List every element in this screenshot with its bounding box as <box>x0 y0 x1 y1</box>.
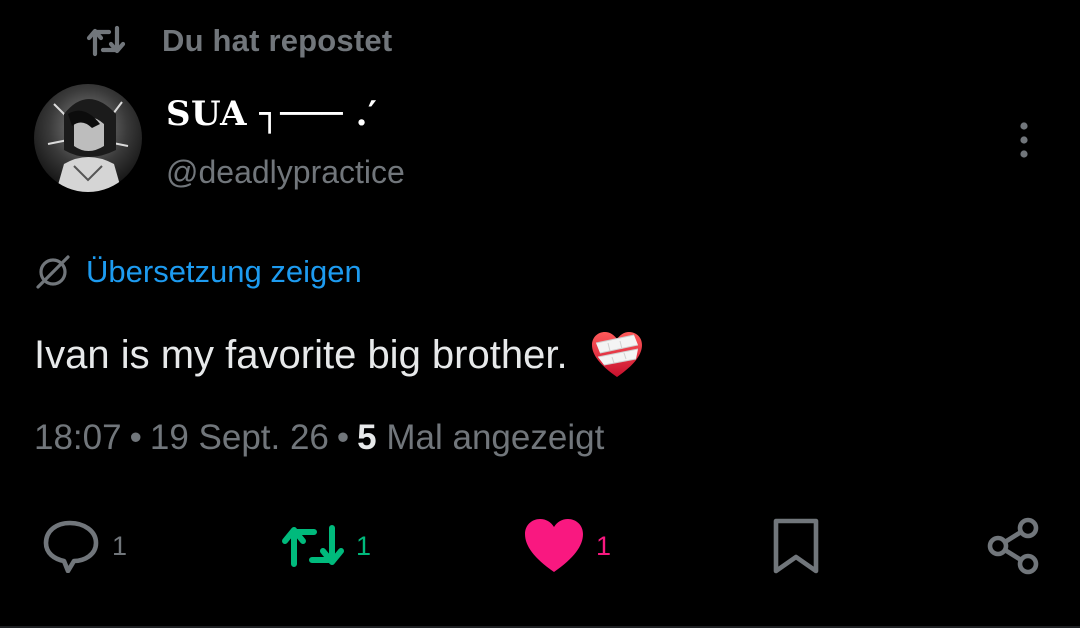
more-options-button[interactable] <box>1006 118 1042 162</box>
like-count: 1 <box>596 530 612 561</box>
show-translation-link[interactable]: Übersetzung zeigen <box>34 250 362 294</box>
repost-label: Du hat repostet <box>162 23 393 58</box>
author-handle[interactable]: @deadlypractice <box>166 154 405 191</box>
share-button[interactable] <box>986 516 1042 576</box>
repost-banner[interactable]: Du hat repostet <box>86 20 392 62</box>
like-button[interactable]: 1 <box>522 516 611 576</box>
repost-icon <box>280 522 346 570</box>
globe-icon <box>34 253 72 291</box>
views-label: Mal angezeigt <box>386 418 605 457</box>
author-display-name[interactable]: SUA ┐─── .′ <box>166 94 377 134</box>
share-icon <box>986 517 1042 575</box>
post-text-container: Ivan is my favorite big brother. <box>34 331 644 379</box>
post-date[interactable]: 19 Sept. 26 <box>150 418 329 457</box>
post-time[interactable]: 18:07 <box>34 418 122 457</box>
bookmark-icon <box>770 517 822 575</box>
repost-count: 1 <box>356 530 372 561</box>
avatar[interactable] <box>34 84 142 192</box>
post-text: Ivan is my favorite big brother. <box>34 332 568 377</box>
bookmark-button[interactable] <box>770 516 822 576</box>
post-meta: 18:07 • 19 Sept. 26 • 5 Mal angezeigt <box>34 418 604 458</box>
repost-button[interactable]: 1 <box>280 516 371 576</box>
reply-count: 1 <box>112 530 128 561</box>
more-vertical-icon <box>1006 118 1042 162</box>
mending-heart-emoji <box>590 331 644 379</box>
meta-separator: • <box>336 418 350 457</box>
heart-icon <box>522 518 586 574</box>
repost-icon <box>86 24 126 58</box>
views-count: 5 <box>357 418 377 457</box>
translation-label: Übersetzung zeigen <box>86 254 362 289</box>
reply-icon <box>40 519 102 573</box>
meta-separator: • <box>129 418 142 457</box>
reply-button[interactable]: 1 <box>40 516 127 576</box>
